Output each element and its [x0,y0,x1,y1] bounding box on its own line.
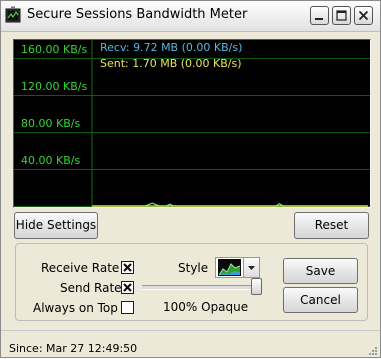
minimize-button[interactable] [310,6,329,25]
close-button[interactable] [354,6,373,25]
opacity-slider-track[interactable] [142,285,262,290]
since-timestamp: Since: Mar 27 12:49:50 [9,342,138,355]
maximize-icon [336,10,347,21]
resize-grip-icon[interactable] [367,345,378,356]
reset-button[interactable]: Reset [294,212,369,239]
style-label: Style [178,261,209,275]
style-dropdown[interactable] [215,257,260,278]
cancel-button[interactable]: Cancel [283,287,358,313]
maximize-button[interactable] [332,6,351,25]
receive-rate-label: Receive Rate [41,261,120,275]
y-tick-label: 120.00 KB/s [21,80,88,94]
window-title: Secure Sessions Bandwidth Meter [27,7,248,22]
always-on-top-checkbox[interactable] [121,301,134,314]
chevron-down-icon[interactable] [243,258,259,277]
bandwidth-meter-window: Secure Sessions Bandwidth Meter 160.00 K… [0,0,381,358]
checkmark-icon [123,263,132,272]
y-tick-label: 80.00 KB/s [21,117,81,131]
legend-sent: Sent: 1.70 MB (0.00 KB/s) [100,57,242,70]
status-bar: Since: Mar 27 12:49:50 [1,330,380,358]
y-tick-label: 40.00 KB/s [21,154,81,168]
y-tick-label: 160.00 KB/s [21,43,88,57]
close-icon [358,10,369,21]
send-rate-checkbox[interactable] [121,281,134,294]
minimize-icon [315,18,323,20]
opacity-label: 100% Opaque [163,300,249,314]
opacity-slider-thumb[interactable] [251,278,262,295]
app-icon [5,6,21,24]
title-bar[interactable]: Secure Sessions Bandwidth Meter [1,1,380,32]
area-chart-icon [218,259,241,276]
bandwidth-graph: 160.00 KB/s 120.00 KB/s 80.00 KB/s 40.00 KB… [13,39,371,208]
hide-settings-button[interactable]: Hide Settings [14,212,98,239]
send-rate-label: Send Rate [60,281,122,295]
save-button[interactable]: Save [283,258,358,284]
receive-rate-checkbox[interactable] [121,261,134,274]
always-on-top-label: Always on Top [33,301,118,315]
legend-recv: Recv: 9.72 MB (0.00 KB/s) [100,41,243,54]
checkmark-icon [123,283,132,292]
